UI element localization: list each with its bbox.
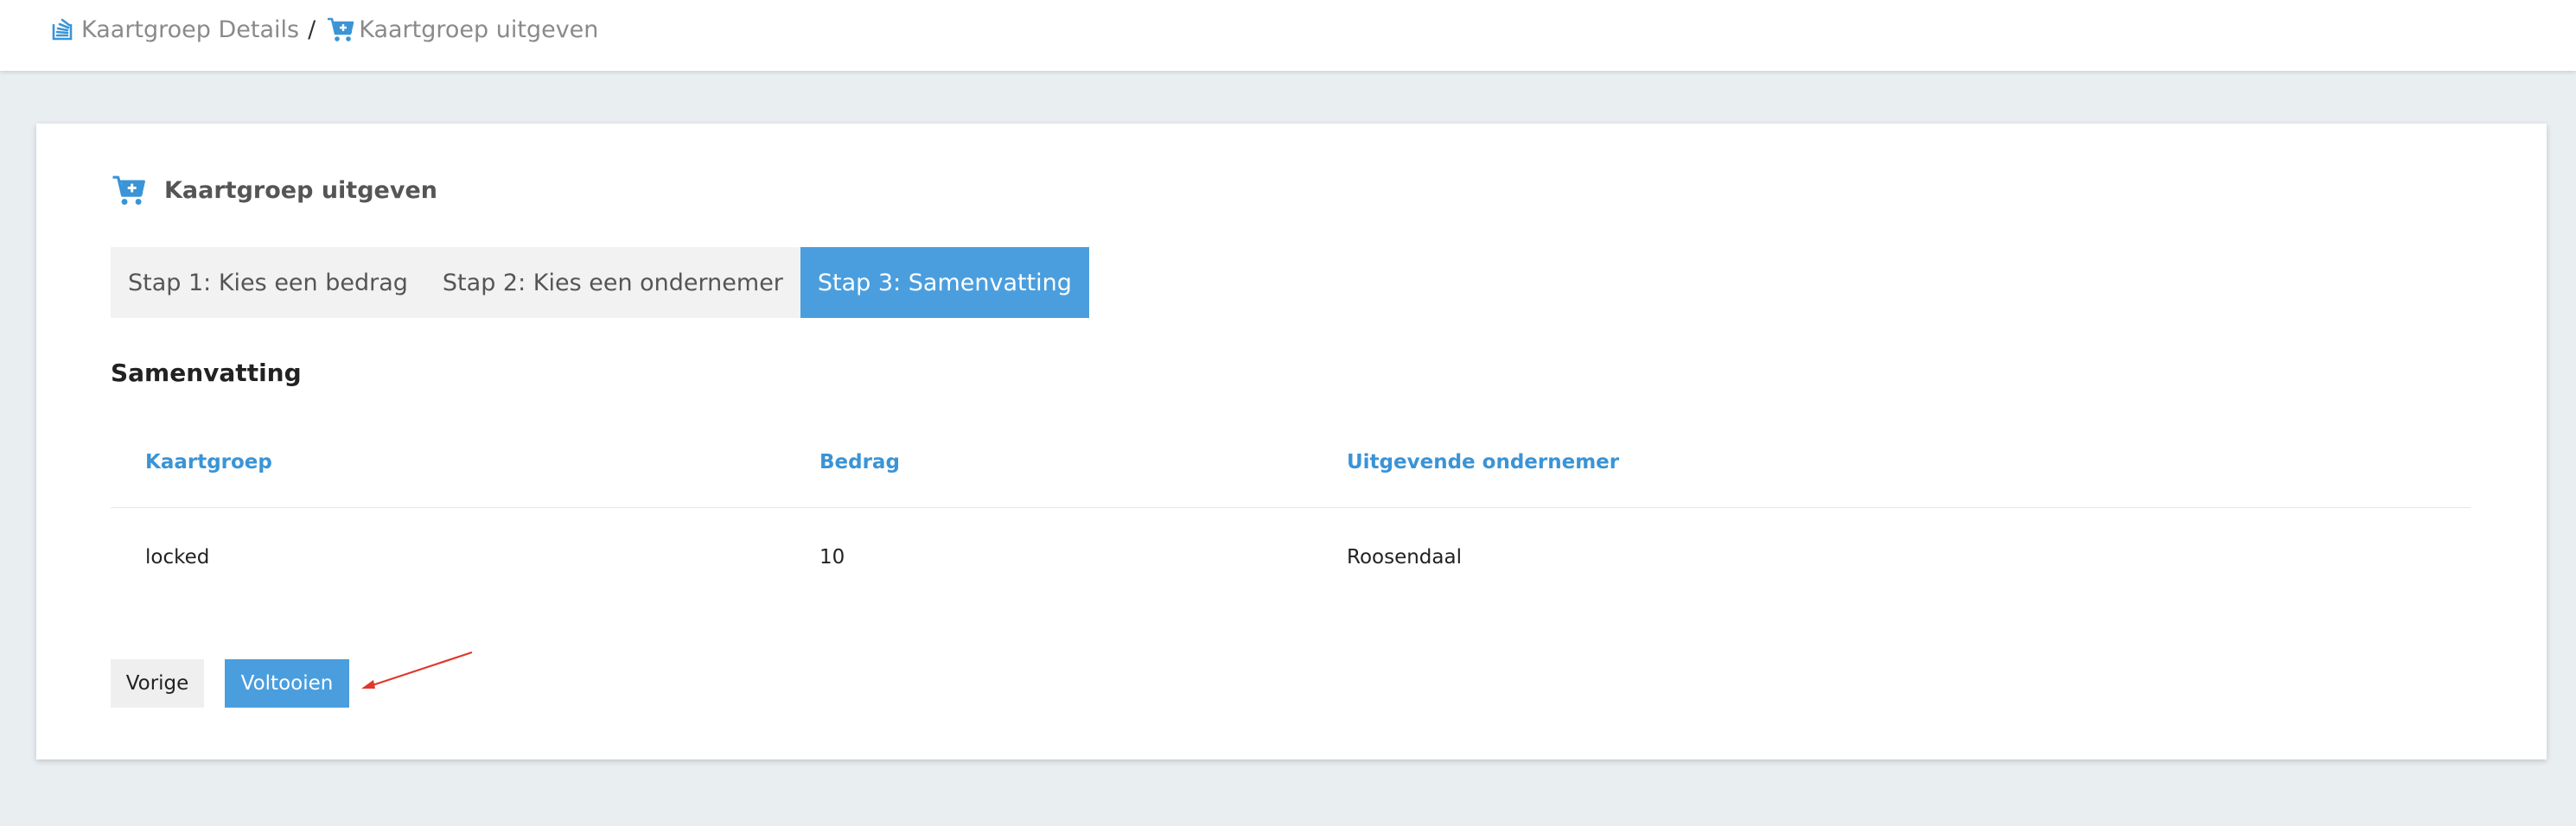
top-bar: Kaartgroep Details / Kaartgroep uitgeven bbox=[0, 0, 2576, 71]
table-row: locked 10 Roosendaal bbox=[111, 508, 2471, 607]
cart-plus-icon bbox=[328, 17, 354, 41]
breadcrumb: Kaartgroep Details / Kaartgroep uitgeven bbox=[48, 12, 598, 47]
table-header-row: Kaartgroep Bedrag Uitgevende ondernemer bbox=[111, 417, 2471, 508]
tab-step-3[interactable]: Stap 3: Samenvatting bbox=[800, 247, 1089, 318]
stack-icon bbox=[52, 18, 73, 41]
finish-button[interactable]: Voltooien bbox=[225, 659, 349, 708]
annotation-arrow bbox=[361, 651, 473, 689]
cell-bedrag: 10 bbox=[819, 546, 845, 569]
cell-uitgevende-ondernemer: Roosendaal bbox=[1347, 546, 1462, 569]
column-header-bedrag: Bedrag bbox=[785, 417, 1312, 508]
breadcrumb-item-kaartgroep-details[interactable]: Kaartgroep Details bbox=[48, 15, 299, 44]
summary-table: Kaartgroep Bedrag Uitgevende ondernemer … bbox=[111, 417, 2471, 607]
breadcrumb-label: Kaartgroep uitgeven bbox=[359, 16, 599, 43]
card-title-text: Kaartgroep uitgeven bbox=[164, 176, 437, 204]
step-tabs: Stap 1: Kies een bedrag Stap 2: Kies een… bbox=[111, 247, 1089, 318]
card-title: Kaartgroep uitgeven bbox=[111, 170, 437, 210]
cart-plus-icon bbox=[112, 175, 145, 206]
breadcrumb-separator: / bbox=[308, 16, 316, 43]
column-header-kaartgroep: Kaartgroep bbox=[111, 417, 785, 508]
cell-kaartgroep: locked bbox=[145, 546, 210, 569]
breadcrumb-item-kaartgroep-uitgeven[interactable]: Kaartgroep uitgeven bbox=[326, 15, 598, 44]
tab-step-2[interactable]: Stap 2: Kies een ondernemer bbox=[425, 247, 800, 318]
previous-button[interactable]: Vorige bbox=[111, 659, 204, 708]
tab-step-1[interactable]: Stap 1: Kies een bedrag bbox=[111, 247, 425, 318]
summary-heading: Samenvatting bbox=[111, 359, 302, 387]
column-header-uitgevende-ondernemer: Uitgevende ondernemer bbox=[1312, 417, 2471, 508]
breadcrumb-label: Kaartgroep Details bbox=[81, 16, 300, 43]
